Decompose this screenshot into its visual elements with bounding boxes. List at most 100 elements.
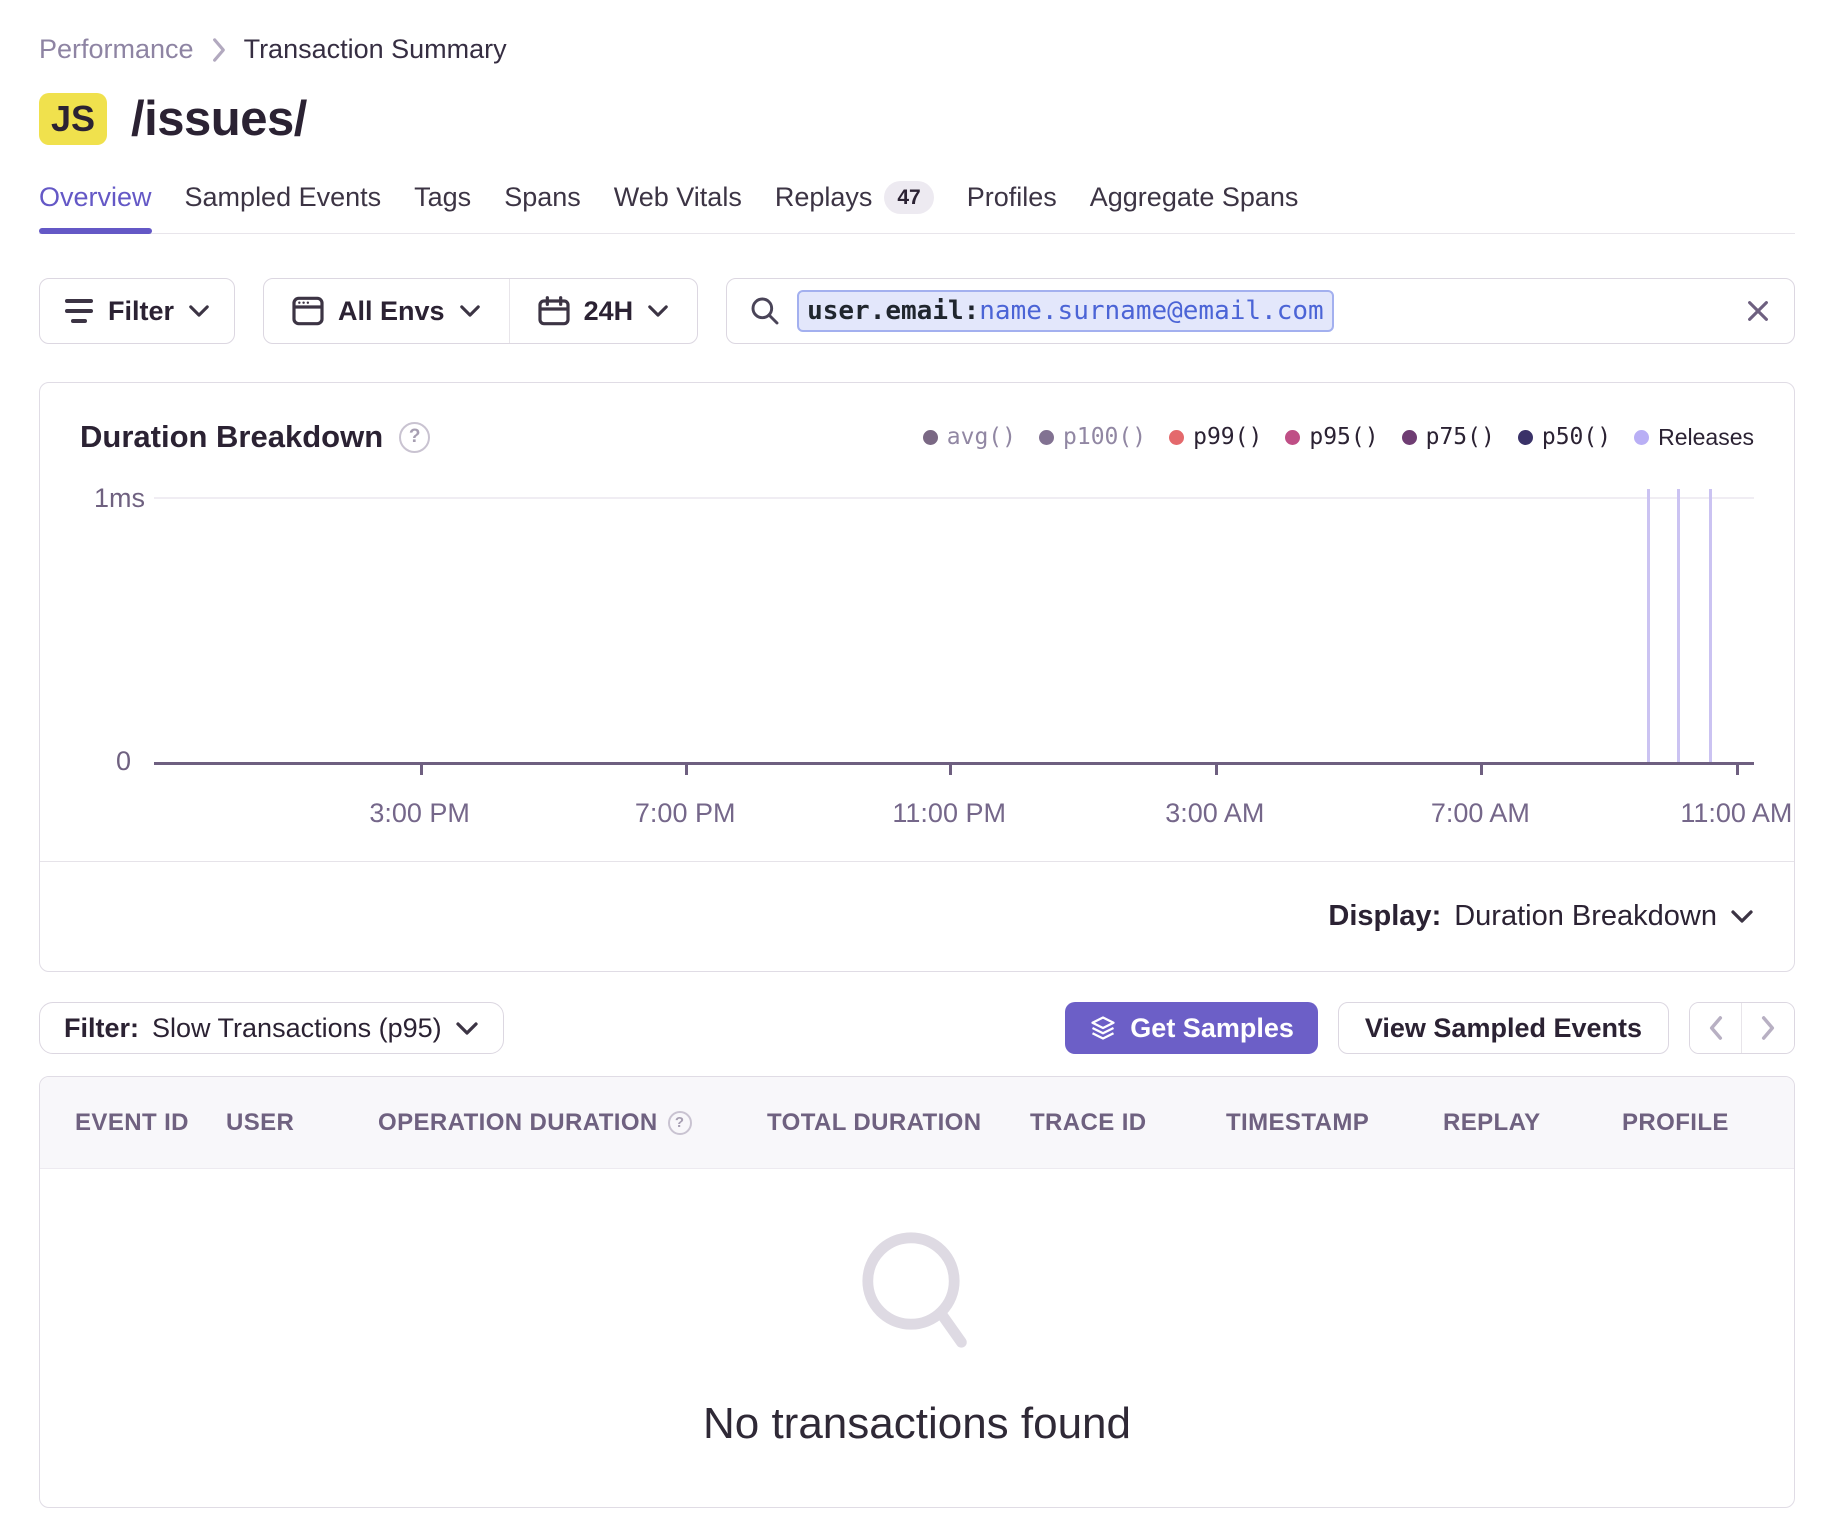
tab-overview[interactable]: Overview bbox=[39, 181, 152, 233]
next-page-button[interactable] bbox=[1742, 1003, 1794, 1053]
legend-dot bbox=[1285, 430, 1300, 445]
column-operation-duration: OPERATION DURATION ? bbox=[378, 1109, 767, 1137]
tab-spans[interactable]: Spans bbox=[504, 181, 581, 233]
breadcrumb: Performance Transaction Summary bbox=[39, 34, 1795, 65]
plot-axis-area: 3:00 PM 7:00 PM 11:00 PM 3:00 AM 7:00 AM… bbox=[154, 473, 1754, 831]
chevron-down-icon[interactable] bbox=[1730, 909, 1754, 924]
legend-item-p100[interactable]: p100() bbox=[1039, 424, 1146, 450]
tab-bar: Overview Sampled Events Tags Spans Web V… bbox=[39, 181, 1795, 234]
x-axis-label: 11:00 AM bbox=[1680, 798, 1792, 829]
transactions-filter-dropdown[interactable]: Filter: Slow Transactions (p95) bbox=[39, 1002, 504, 1054]
column-event-id: EVENT ID bbox=[40, 1109, 226, 1137]
get-samples-button[interactable]: Get Samples bbox=[1065, 1002, 1318, 1054]
title-row: JS /issues/ bbox=[39, 91, 1795, 147]
calendar-icon bbox=[538, 296, 570, 326]
x-axis-tick bbox=[1736, 764, 1739, 775]
environment-selector[interactable]: All Envs bbox=[264, 279, 509, 343]
transaction-summary-page: Performance Transaction Summary JS /issu… bbox=[0, 34, 1834, 1508]
x-axis-line bbox=[154, 762, 1754, 765]
close-icon bbox=[1744, 297, 1772, 325]
search-input[interactable]: user.email:name.surname@email.com bbox=[726, 278, 1795, 344]
duration-breakdown-card: Duration Breakdown ? avg() p100() p99() bbox=[39, 382, 1795, 972]
platform-js-badge: JS bbox=[39, 93, 107, 145]
display-label: Display: bbox=[1328, 900, 1441, 933]
legend-item-p75[interactable]: p75() bbox=[1402, 424, 1495, 450]
x-axis-label: 11:00 PM bbox=[892, 798, 1006, 829]
chevron-right-icon bbox=[210, 37, 228, 63]
x-axis-tick bbox=[685, 764, 688, 775]
transactions-toolbar: Filter: Slow Transactions (p95) Get Samp… bbox=[39, 1002, 1795, 1054]
empty-state-message: No transactions found bbox=[703, 1399, 1131, 1449]
breadcrumb-performance[interactable]: Performance bbox=[39, 34, 194, 65]
x-axis-label: 7:00 AM bbox=[1431, 798, 1530, 829]
legend-item-releases[interactable]: Releases bbox=[1634, 424, 1754, 451]
filter-button[interactable]: Filter bbox=[39, 278, 235, 344]
release-marker-line[interactable] bbox=[1709, 489, 1712, 762]
column-total-duration: TOTAL DURATION bbox=[767, 1109, 1030, 1137]
pagination bbox=[1689, 1002, 1795, 1054]
page-title: /issues/ bbox=[131, 91, 307, 147]
previous-page-button[interactable] bbox=[1690, 1003, 1742, 1053]
layers-icon bbox=[1089, 1014, 1117, 1042]
x-axis-label: 3:00 AM bbox=[1165, 798, 1264, 829]
table-header-row: EVENT ID USER OPERATION DURATION ? TOTAL… bbox=[40, 1077, 1794, 1169]
legend-dot bbox=[1402, 430, 1417, 445]
chart-footer: Display: Duration Breakdown bbox=[40, 861, 1794, 971]
window-icon bbox=[292, 296, 324, 326]
y-axis-label-top: 1ms bbox=[94, 483, 145, 514]
release-marker-line[interactable] bbox=[1647, 489, 1650, 762]
tab-sampled-events[interactable]: Sampled Events bbox=[185, 181, 382, 233]
transactions-table: EVENT ID USER OPERATION DURATION ? TOTAL… bbox=[39, 1076, 1795, 1508]
column-replay: REPLAY bbox=[1443, 1109, 1622, 1137]
gridline-1ms bbox=[154, 497, 1754, 499]
breadcrumb-current: Transaction Summary bbox=[244, 34, 507, 65]
date-range-selector[interactable]: 24H bbox=[510, 279, 698, 343]
chart-title: Duration Breakdown bbox=[80, 419, 383, 455]
legend-dot bbox=[1169, 430, 1184, 445]
release-marker-line[interactable] bbox=[1677, 489, 1680, 762]
tab-aggregate-spans[interactable]: Aggregate Spans bbox=[1090, 181, 1299, 233]
y-axis-label-zero: 0 bbox=[116, 746, 131, 777]
legend-dot bbox=[923, 430, 938, 445]
x-axis-tick bbox=[1480, 764, 1483, 775]
display-dropdown[interactable]: Duration Breakdown bbox=[1454, 900, 1717, 933]
x-axis-tick bbox=[420, 764, 423, 775]
help-icon[interactable]: ? bbox=[668, 1111, 692, 1135]
chevron-down-icon bbox=[455, 1021, 479, 1036]
search-clear-button[interactable] bbox=[1744, 297, 1772, 325]
tab-profiles[interactable]: Profiles bbox=[967, 181, 1057, 233]
replays-count-badge: 47 bbox=[884, 181, 933, 214]
search-icon bbox=[749, 295, 781, 327]
chevron-left-icon bbox=[1707, 1015, 1725, 1041]
x-axis-label: 7:00 PM bbox=[635, 798, 736, 829]
view-sampled-events-button[interactable]: View Sampled Events bbox=[1338, 1002, 1669, 1054]
filter-row: Filter All Envs bbox=[39, 278, 1795, 344]
empty-state: No transactions found bbox=[40, 1169, 1794, 1507]
legend-item-p50[interactable]: p50() bbox=[1518, 424, 1611, 450]
column-profile: PROFILE bbox=[1622, 1109, 1794, 1137]
tab-tags[interactable]: Tags bbox=[414, 181, 471, 233]
chart-legend: avg() p100() p99() p95() p75() bbox=[923, 424, 1754, 451]
chart-header: Duration Breakdown ? avg() p100() p99() bbox=[40, 383, 1794, 455]
x-axis-label: 3:00 PM bbox=[369, 798, 470, 829]
column-timestamp: TIMESTAMP bbox=[1226, 1109, 1443, 1137]
legend-dot bbox=[1039, 430, 1054, 445]
legend-item-p95[interactable]: p95() bbox=[1285, 424, 1378, 450]
search-filter-token[interactable]: user.email:name.surname@email.com bbox=[797, 290, 1334, 332]
chevron-right-icon bbox=[1759, 1015, 1777, 1041]
env-date-group: All Envs 24H bbox=[263, 278, 698, 344]
x-axis-tick bbox=[949, 764, 952, 775]
duration-breakdown-plot: 1ms 0 3:00 PM 7:00 PM 11:00 PM 3:00 AM 7… bbox=[80, 473, 1754, 831]
column-user: USER bbox=[226, 1109, 378, 1137]
chevron-down-icon bbox=[647, 304, 669, 318]
column-trace-id: TRACE ID bbox=[1030, 1109, 1226, 1137]
tab-web-vitals[interactable]: Web Vitals bbox=[614, 181, 742, 233]
legend-item-p99[interactable]: p99() bbox=[1169, 424, 1262, 450]
filter-lines-icon bbox=[64, 299, 94, 323]
help-icon[interactable]: ? bbox=[399, 422, 430, 453]
legend-item-avg[interactable]: avg() bbox=[923, 424, 1016, 450]
legend-dot bbox=[1634, 430, 1649, 445]
legend-dot bbox=[1518, 430, 1533, 445]
search-empty-icon bbox=[851, 1227, 983, 1365]
tab-replays[interactable]: Replays 47 bbox=[775, 181, 934, 233]
